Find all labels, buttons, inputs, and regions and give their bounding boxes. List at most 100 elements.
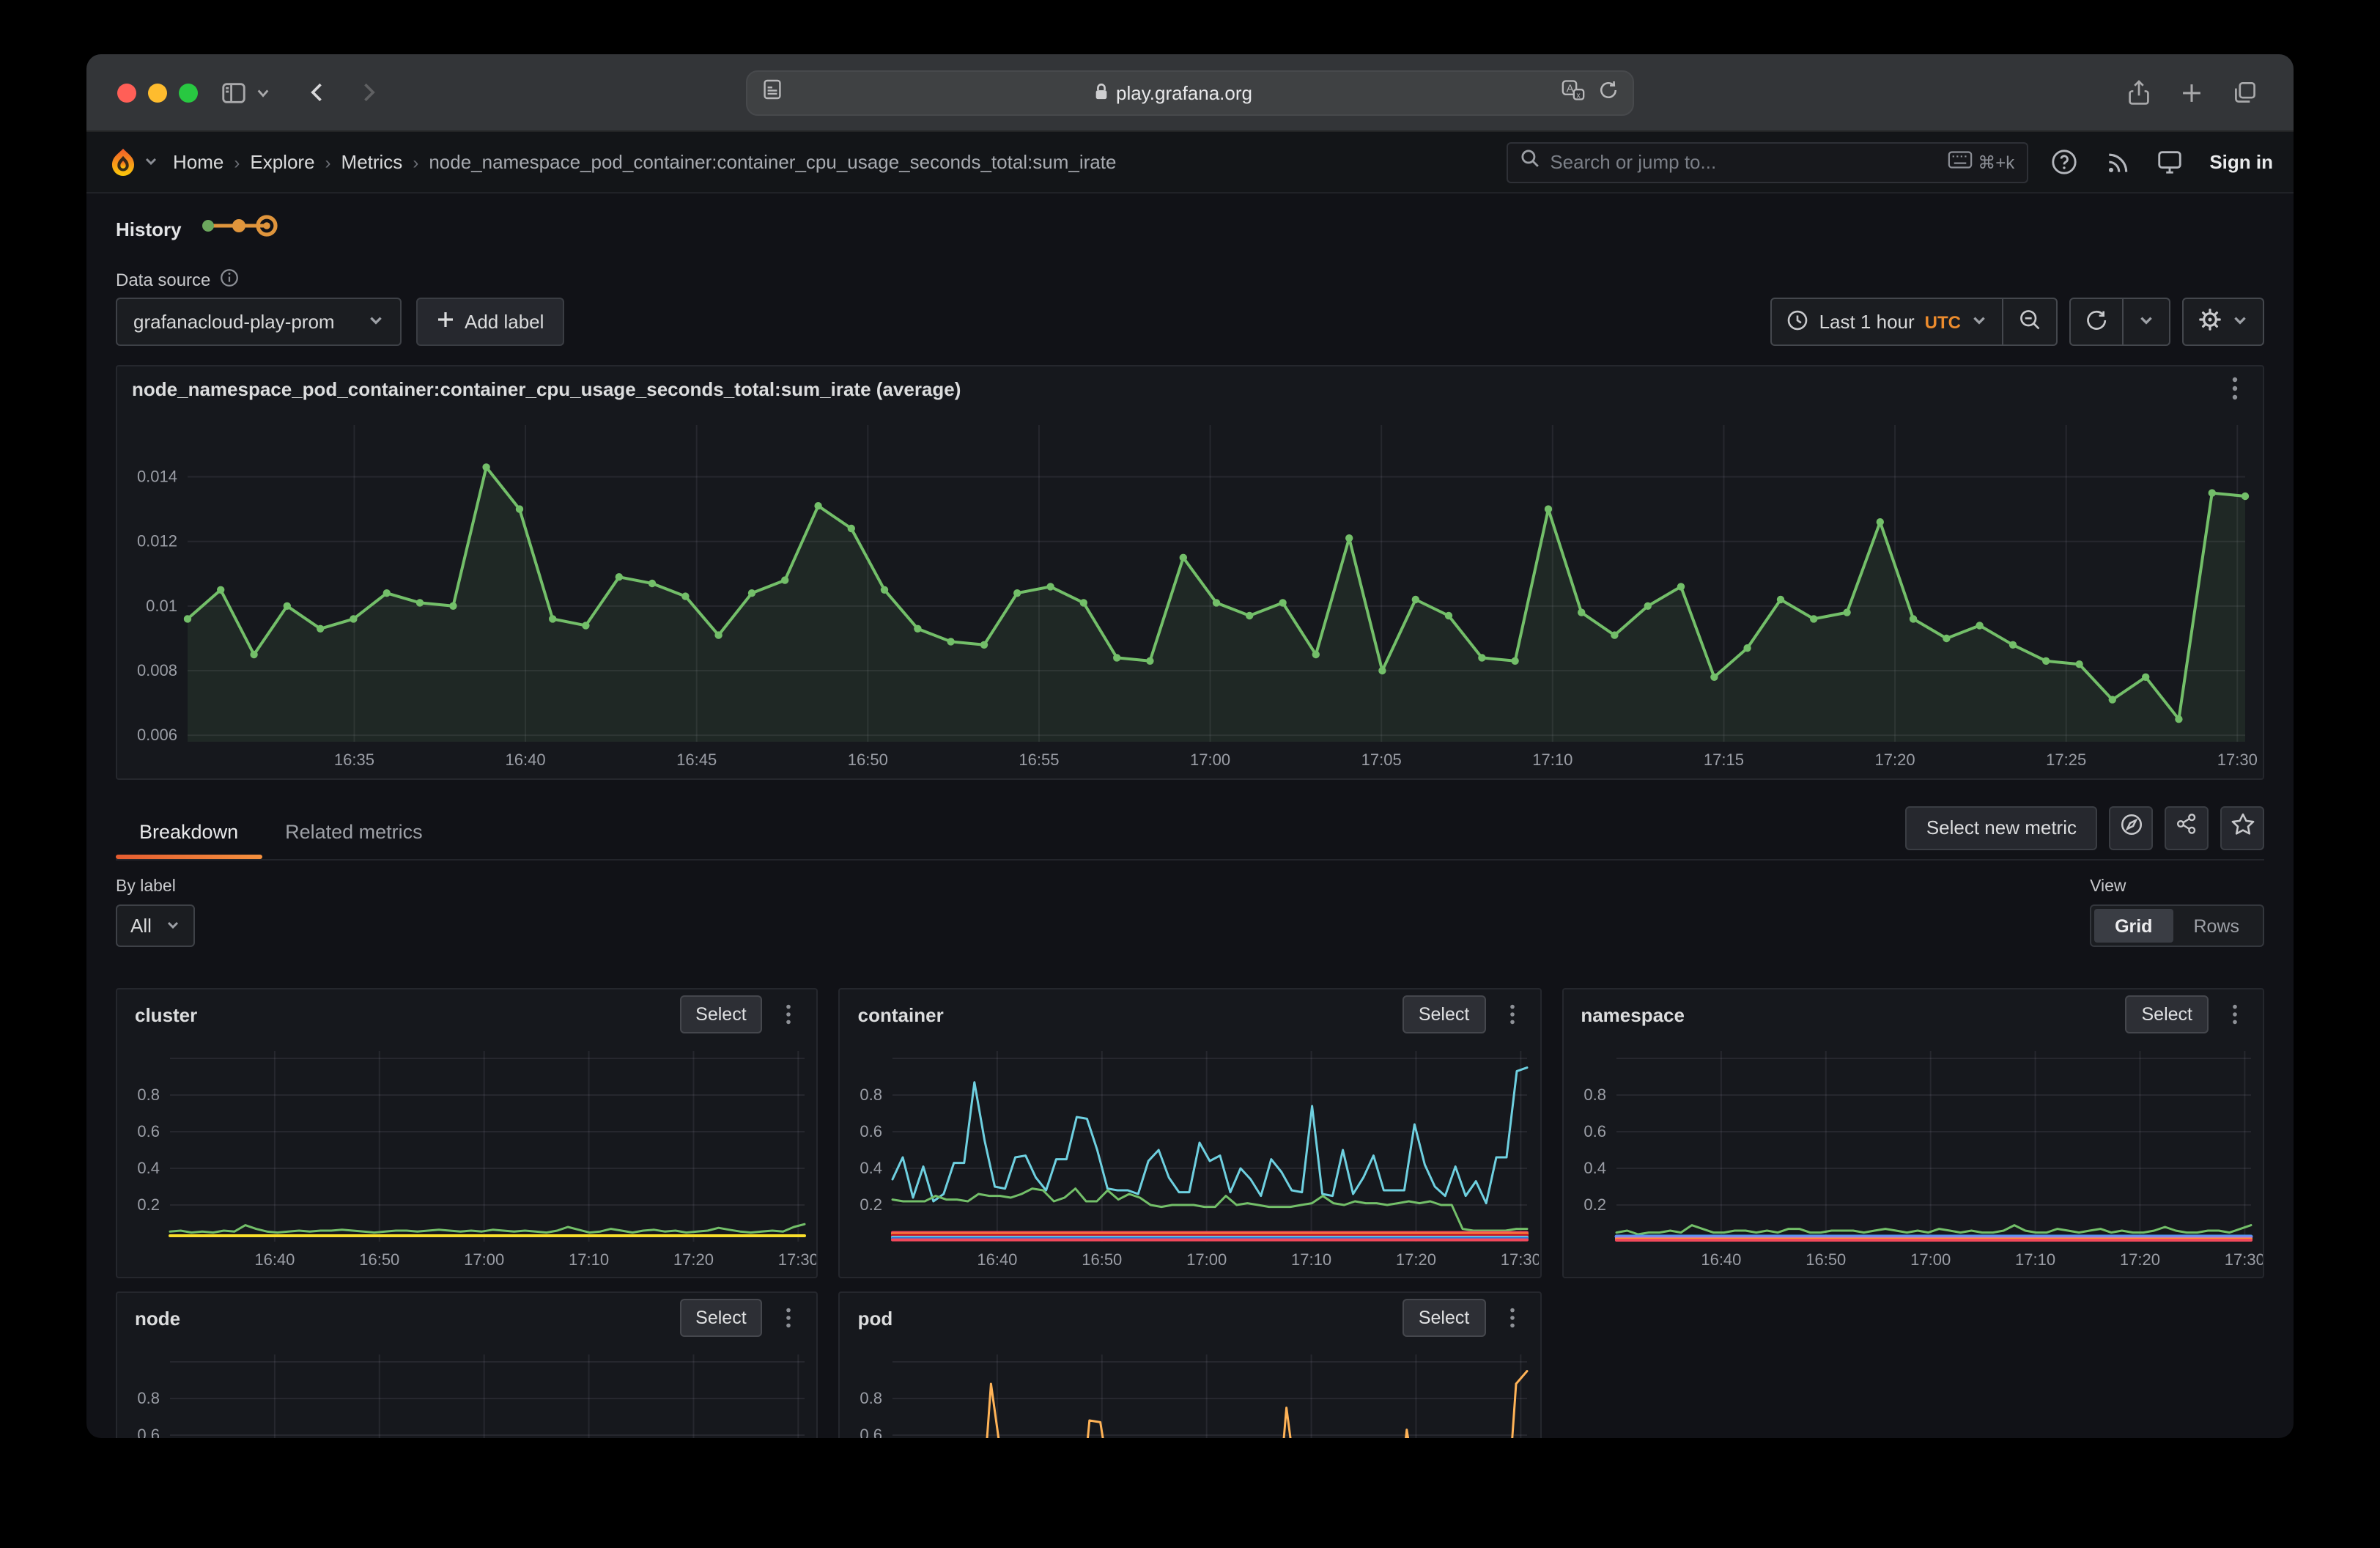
star-icon: [2230, 811, 2255, 844]
share-icon[interactable]: [2121, 75, 2156, 110]
svg-text:0.012: 0.012: [137, 532, 177, 550]
forward-icon[interactable]: [350, 75, 385, 110]
search-shortcut: ⌘+k: [1978, 152, 2014, 172]
help-icon[interactable]: [2048, 146, 2080, 178]
svg-text:16:50: 16:50: [1806, 1250, 1846, 1269]
tab-related-metrics[interactable]: Related metrics: [262, 805, 446, 859]
sign-in-link[interactable]: Sign in: [2209, 151, 2273, 173]
datasource-select[interactable]: grafanacloud-play-prom: [116, 298, 402, 346]
svg-text:0.014: 0.014: [137, 468, 177, 486]
history-timeline[interactable]: [199, 210, 284, 247]
svg-text:17:30: 17:30: [778, 1250, 816, 1269]
reload-icon[interactable]: [1597, 78, 1619, 108]
translate-icon[interactable]: A x: [1561, 78, 1586, 108]
breakdown-panel-namespace: namespace Select 0.20.40.60.816:4016:501…: [1562, 988, 2264, 1278]
panel-title: node: [135, 1307, 180, 1329]
datasource-label: Data source: [116, 270, 210, 290]
grafana-logo-icon[interactable]: [107, 146, 139, 178]
breadcrumb-home[interactable]: Home: [173, 151, 223, 173]
select-new-metric-button[interactable]: Select new metric: [1906, 806, 2097, 849]
svg-text:17:15: 17:15: [1704, 751, 1744, 769]
metric-graph-panel: node_namespace_pod_container:container_c…: [116, 365, 2264, 780]
monitor-icon[interactable]: [2154, 146, 2186, 178]
bookmark-button[interactable]: [2220, 806, 2264, 849]
svg-text:0.006: 0.006: [137, 726, 177, 744]
settings-button[interactable]: [2182, 298, 2264, 346]
search-input[interactable]: Search or jump to... ⌘+k: [1506, 141, 2028, 183]
breadcrumb-metrics[interactable]: Metrics: [341, 151, 403, 173]
svg-text:x: x: [1576, 90, 1581, 99]
by-label-select[interactable]: All: [116, 904, 195, 947]
namespace-chart[interactable]: 0.20.40.60.816:4016:5017:0017:1017:2017:…: [1563, 1039, 2263, 1274]
panel-title: container: [858, 1003, 944, 1025]
breadcrumb-explore[interactable]: Explore: [250, 151, 314, 173]
sidebar-icon[interactable]: [215, 75, 251, 110]
new-tab-icon[interactable]: [2173, 75, 2209, 110]
container-chart[interactable]: 0.20.40.60.816:4016:5017:0017:1017:2017:…: [840, 1039, 1540, 1274]
svg-text:17:25: 17:25: [2046, 751, 2086, 769]
panel-menu-icon[interactable]: [776, 1001, 802, 1028]
explore-button[interactable]: [2109, 806, 2153, 849]
panel-menu-icon[interactable]: [2222, 375, 2248, 402]
back-icon[interactable]: [300, 75, 336, 110]
view-toggle: Grid Rows: [2090, 904, 2264, 947]
history-label: History: [116, 218, 182, 240]
select-button[interactable]: Select: [1402, 1299, 1486, 1337]
svg-text:17:30: 17:30: [2224, 1250, 2262, 1269]
time-range-button[interactable]: Last 1 hour UTC: [1773, 299, 2002, 344]
reader-icon[interactable]: [761, 78, 784, 108]
url-text: play.grafana.org: [1116, 82, 1252, 104]
svg-text:17:20: 17:20: [1397, 1250, 1437, 1269]
search-placeholder: Search or jump to...: [1550, 151, 1937, 173]
zoom-out-button[interactable]: [2003, 299, 2056, 344]
chevron-down-icon[interactable]: [252, 75, 273, 110]
select-button[interactable]: Select: [679, 995, 763, 1033]
rss-icon[interactable]: [2101, 146, 2133, 178]
svg-text:17:10: 17:10: [569, 1250, 609, 1269]
select-button[interactable]: Select: [679, 1299, 763, 1337]
view-option-rows[interactable]: Rows: [2173, 909, 2260, 943]
panel-menu-icon[interactable]: [1498, 1001, 1525, 1028]
breakdown-panel-container: container Select 0.20.40.60.816:4016:501…: [839, 988, 1542, 1278]
breakdown-panel-cluster: cluster Select 0.20.40.60.816:4016:5017:…: [116, 988, 818, 1278]
svg-text:0.01: 0.01: [146, 597, 177, 615]
address-bar[interactable]: play.grafana.org A x: [746, 70, 1634, 116]
close-window-button[interactable]: [117, 84, 136, 103]
minimize-window-button[interactable]: [148, 84, 167, 103]
pod-chart[interactable]: 0.20.40.60.816:4016:5017:0017:1017:2017:…: [840, 1343, 1540, 1438]
svg-text:16:35: 16:35: [334, 751, 374, 769]
refresh-button[interactable]: [2071, 299, 2122, 344]
plus-icon: [437, 311, 454, 333]
tab-breakdown[interactable]: Breakdown: [116, 805, 262, 859]
breakdown-panel-pod: pod Select 0.20.40.60.816:4016:5017:0017…: [839, 1291, 1542, 1438]
info-icon[interactable]: [219, 268, 238, 292]
svg-text:17:00: 17:00: [1910, 1250, 1950, 1269]
panel-menu-icon[interactable]: [776, 1305, 802, 1331]
fullscreen-window-button[interactable]: [179, 84, 198, 103]
refresh-interval-dropdown[interactable]: [2124, 299, 2169, 344]
cluster-chart[interactable]: 0.20.40.60.816:4016:5017:0017:1017:2017:…: [117, 1039, 817, 1274]
select-button[interactable]: Select: [1402, 995, 1486, 1033]
panel-title: node_namespace_pod_container:container_c…: [132, 377, 961, 399]
chevron-down-icon: [2232, 311, 2248, 333]
chevron-down-icon[interactable]: [144, 149, 158, 175]
metric-time-series-chart[interactable]: 0.0060.0080.010.0120.01416:3516:4016:451…: [117, 410, 2263, 774]
view-option-grid[interactable]: Grid: [2094, 909, 2173, 943]
share-button[interactable]: [2165, 806, 2209, 849]
svg-text:0.6: 0.6: [137, 1122, 160, 1140]
timezone-badge: UTC: [1925, 312, 1961, 332]
svg-text:16:50: 16:50: [1082, 1250, 1123, 1269]
node-chart[interactable]: 0.20.40.60.816:4016:5017:0017:1017:2017:…: [117, 1343, 817, 1438]
select-button[interactable]: Select: [2126, 995, 2209, 1033]
breakdown-panel-grid: cluster Select 0.20.40.60.816:4016:5017:…: [116, 988, 2264, 1438]
tab-bar: Breakdown Related metrics Select new met…: [116, 805, 2264, 860]
browser-toolbar: play.grafana.org A x: [86, 54, 2294, 132]
panel-title: namespace: [1581, 1003, 1685, 1025]
add-label-button[interactable]: Add label: [416, 298, 564, 346]
share-alt-icon: [2175, 812, 2198, 843]
panel-menu-icon[interactable]: [2222, 1001, 2248, 1028]
panel-menu-icon[interactable]: [1498, 1305, 1525, 1331]
panel-title: pod: [858, 1307, 893, 1329]
tabs-icon[interactable]: [2228, 75, 2263, 110]
svg-text:17:00: 17:00: [464, 1250, 504, 1269]
